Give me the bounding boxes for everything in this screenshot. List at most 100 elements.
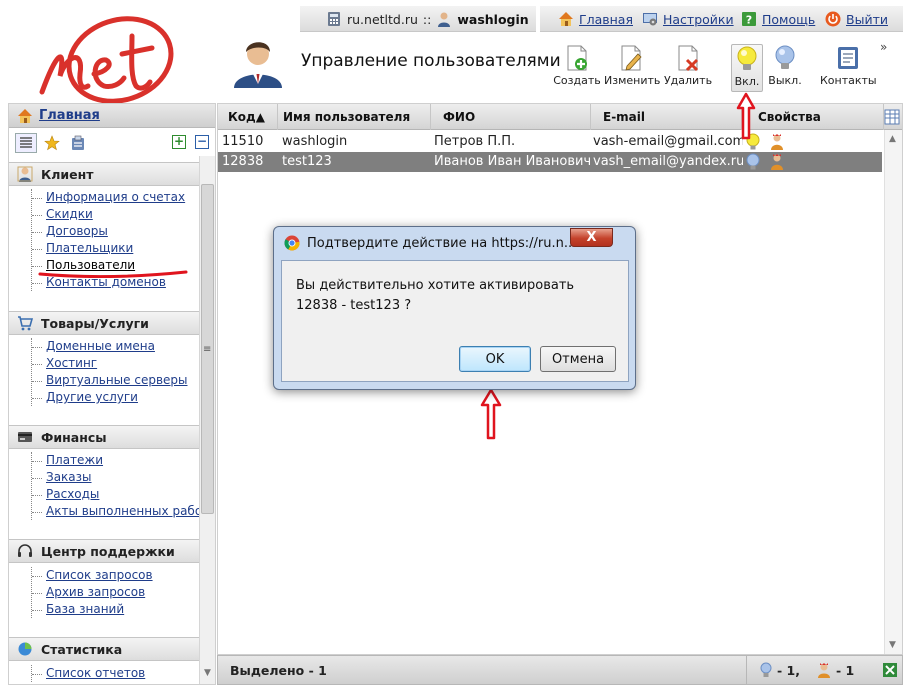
tree-view-button[interactable] (15, 133, 37, 153)
annotation-underline (38, 270, 188, 278)
sidebar-item-requests[interactable]: Список запросов (32, 567, 199, 584)
sidebar-item-label[interactable]: База знаний (46, 602, 124, 616)
sidebar-finance-links: Платежи Заказы Расходы Акты выполненных … (31, 452, 209, 520)
sidebar-item-discounts[interactable]: Скидки (32, 206, 199, 223)
dialog-title: Подтвердите действие на https://ru.n... (307, 235, 577, 251)
dialog-close-button[interactable]: X (570, 228, 613, 247)
sidebar-item-label[interactable]: Заказы (46, 470, 92, 484)
scroll-down-arrow-icon[interactable]: ▼ (204, 668, 211, 678)
cancel-button[interactable]: Отмена (540, 346, 616, 372)
create-button-label: Создать (553, 74, 601, 87)
ok-button[interactable]: OK (459, 346, 531, 372)
sidebar-item-label[interactable]: Скидки (46, 207, 93, 221)
logout-link-label[interactable]: Выйти (846, 12, 888, 27)
edit-button[interactable]: Изменить (604, 44, 660, 92)
pie-chart-icon (18, 642, 32, 656)
sidebar-item-label[interactable]: Информация о счетах (46, 190, 185, 204)
column-properties[interactable]: Свойства (742, 104, 884, 130)
scroll-up-arrow-icon[interactable]: ▲ (889, 134, 896, 144)
page-title: Управление пользователями (301, 51, 561, 71)
sidebar-item-label[interactable]: Список отчетов (46, 666, 145, 680)
current-username: washlogin (457, 11, 529, 27)
sidebar-item-contracts[interactable]: Договоры (32, 223, 199, 240)
column-username[interactable]: Имя пользователя (278, 104, 431, 130)
table-row-selected[interactable]: 12838 test123 Иванов Иван Иванович vash_… (218, 152, 882, 172)
settings-link-label[interactable]: Настройки (663, 12, 734, 27)
table-row[interactable]: 11510 washlogin Петров П.П. vash-email@g… (218, 132, 882, 152)
sidebar-section-finance[interactable]: Финансы (9, 425, 199, 449)
sidebar-item-label[interactable]: Список запросов (46, 568, 153, 582)
toolbar-overflow-chevron[interactable]: » (880, 40, 887, 54)
sidebar-home-label[interactable]: Главная (39, 108, 100, 123)
settings-link[interactable]: Настройки (642, 11, 734, 27)
sidebar-item-acts[interactable]: Акты выполненных работ (32, 503, 209, 520)
sidebar-item-label[interactable]: Платежи (46, 453, 103, 467)
logout-link[interactable]: Выйти (825, 11, 888, 27)
sidebar-item-label[interactable]: Хостинг (46, 356, 97, 370)
sidebar-home[interactable]: Главная (9, 104, 215, 128)
sidebar-section-client[interactable]: Клиент (9, 162, 199, 186)
contacts-button[interactable]: Контакты (820, 44, 877, 92)
sidebar-scrollbar[interactable]: ≡ ▼ (199, 156, 215, 684)
settings-icon (643, 13, 657, 26)
column-email[interactable]: E-mail (591, 104, 742, 130)
sidebar-item-label[interactable]: Плательщики (46, 241, 133, 255)
annotation-arrow-up-icon (736, 92, 756, 140)
delete-button[interactable]: Удалить (661, 44, 715, 92)
help-link[interactable]: ? Помощь (741, 11, 815, 27)
sidebar-item-other-services[interactable]: Другие услуги (32, 389, 199, 406)
sidebar-item-domains[interactable]: Доменные имена (32, 338, 199, 355)
sidebar-section-stats[interactable]: Статистика (9, 637, 199, 661)
column-code[interactable]: Код▲ (218, 104, 278, 130)
help-icon: ? (742, 12, 756, 27)
sidebar-item-knowledge-base[interactable]: База знаний (32, 601, 199, 618)
sidebar-section-products[interactable]: Товары/Услуги (9, 311, 199, 335)
column-fio[interactable]: ФИО (431, 104, 591, 130)
sidebar-item-label[interactable]: Акты выполненных работ (46, 504, 209, 518)
favorites-button[interactable] (41, 133, 63, 153)
headset-icon (18, 544, 32, 557)
sidebar-item-reports[interactable]: Список отчетов (32, 665, 199, 682)
collapse-all-button[interactable]: − (195, 135, 209, 149)
home-icon (559, 12, 573, 26)
grid-header: Код▲ Имя пользователя ФИО E-mail Свойств… (218, 104, 902, 130)
sidebar-item-payments[interactable]: Платежи (32, 452, 199, 469)
sidebar-item-orders[interactable]: Заказы (32, 469, 199, 486)
home-icon (18, 108, 32, 123)
home-link-label[interactable]: Главная (579, 12, 633, 27)
disable-button[interactable]: Выкл. (758, 44, 812, 92)
scroll-down-arrow-icon[interactable]: ▼ (889, 640, 896, 650)
home-link[interactable]: Главная (558, 11, 633, 27)
dialog-message-line: 12838 - test123 ? (296, 298, 412, 313)
delete-icon (678, 45, 699, 72)
sidebar-item-expenses[interactable]: Расходы (32, 486, 199, 503)
help-link-label[interactable]: Помощь (762, 12, 815, 27)
grid-scrollbar[interactable]: ▲ ▼ (884, 130, 902, 654)
selected-count: Выделено - 1 (230, 663, 327, 678)
sidebar-item-vps[interactable]: Виртуальные серверы (32, 372, 199, 389)
sidebar-stats-links: Список отчетов (31, 665, 199, 682)
top-bar: ru.netltd.ru :: washlogin Главная Настро… (300, 6, 903, 32)
column-settings-icon[interactable] (884, 109, 900, 125)
sidebar-item-label[interactable]: Виртуальные серверы (46, 373, 188, 387)
cell-fio: Петров П.П. (434, 134, 516, 149)
finance-icon (18, 432, 32, 442)
clipboard-button[interactable] (67, 133, 89, 153)
sidebar-item-payers[interactable]: Плательщики (32, 240, 199, 257)
contacts-button-label: Контакты (820, 74, 877, 87)
sidebar-item-label[interactable]: Архив запросов (46, 585, 145, 599)
sidebar-item-label[interactable]: Другие услуги (46, 390, 138, 404)
sidebar-section-support[interactable]: Центр поддержки (9, 539, 199, 563)
expand-all-button[interactable]: + (172, 135, 186, 149)
sidebar-item-requests-archive[interactable]: Архив запросов (32, 584, 199, 601)
sidebar-item-label[interactable]: Договоры (46, 224, 108, 238)
sidebar-item-hosting[interactable]: Хостинг (32, 355, 199, 372)
create-button[interactable]: Создать (550, 44, 604, 92)
cell-code: 12838 (222, 154, 264, 169)
sidebar-section-title: Клиент (41, 166, 94, 182)
sidebar-item-label[interactable]: Расходы (46, 487, 99, 501)
excel-export-icon[interactable] (882, 662, 898, 678)
sidebar-item-account-info[interactable]: Информация о счетах (32, 189, 199, 206)
sidebar-item-label[interactable]: Доменные имена (46, 339, 155, 353)
cart-icon (18, 316, 33, 331)
